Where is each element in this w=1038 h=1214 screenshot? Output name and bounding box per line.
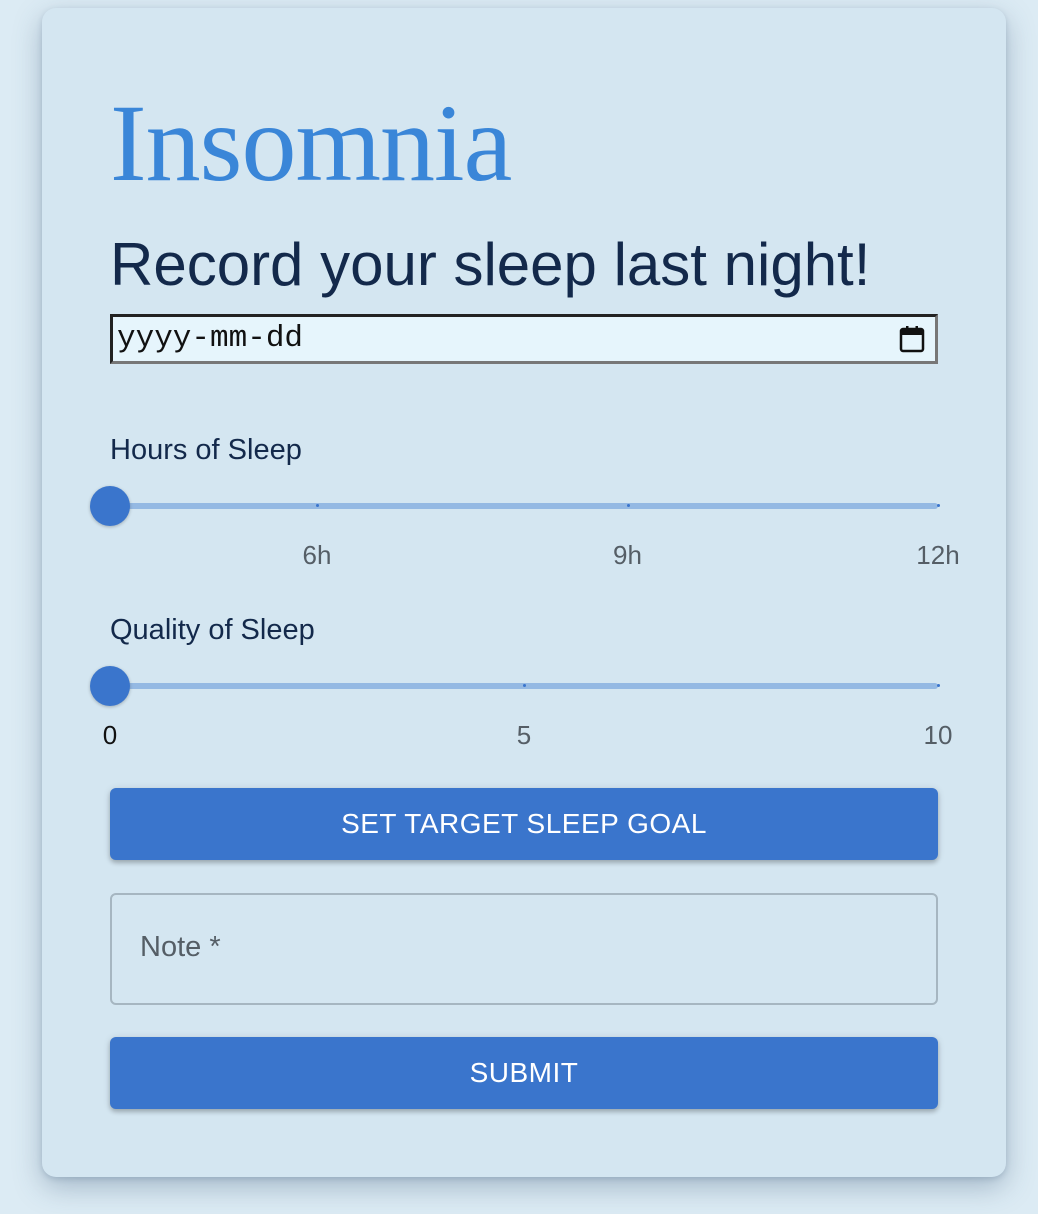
- quality-slider-marks: 0 5 10: [103, 720, 953, 754]
- page-subtitle: Record your sleep last night!: [110, 231, 871, 298]
- slider-tick: [937, 684, 940, 687]
- quality-of-sleep-label: Quality of Sleep: [110, 614, 315, 646]
- slider-tick: [523, 684, 526, 687]
- set-target-sleep-goal-button[interactable]: SET TARGET SLEEP GOAL: [110, 788, 938, 860]
- slider-mark-label: 5: [516, 720, 532, 750]
- quality-of-sleep-slider[interactable]: [90, 666, 940, 706]
- calendar-icon[interactable]: [897, 324, 927, 354]
- slider-tick: [937, 504, 940, 507]
- note-field-label: Note *: [140, 931, 221, 963]
- slider-tick: [626, 504, 630, 507]
- hours-of-sleep-slider[interactable]: [90, 486, 940, 526]
- slider-mark-label: 6h: [302, 540, 332, 570]
- slider-mark-label: 0: [102, 720, 118, 750]
- submit-button[interactable]: SUBMIT: [110, 1037, 938, 1109]
- note-field[interactable]: Note *: [110, 893, 938, 1005]
- date-input-placeholder: yyyy-mm-dd: [117, 321, 304, 356]
- slider-mark-label: 10: [923, 720, 953, 750]
- slider-thumb[interactable]: [90, 486, 130, 526]
- slider-mark-label: 9h: [613, 540, 642, 570]
- app-title: Insomnia: [110, 82, 512, 204]
- slider-tick: [316, 504, 319, 507]
- hours-of-sleep-label: Hours of Sleep: [110, 434, 302, 466]
- hours-slider-marks: 6h 9h 12h: [110, 540, 960, 574]
- slider-rail: [110, 503, 938, 509]
- slider-mark-label: 12h: [916, 540, 960, 570]
- date-input[interactable]: yyyy-mm-dd: [110, 314, 938, 364]
- slider-thumb[interactable]: [90, 666, 130, 706]
